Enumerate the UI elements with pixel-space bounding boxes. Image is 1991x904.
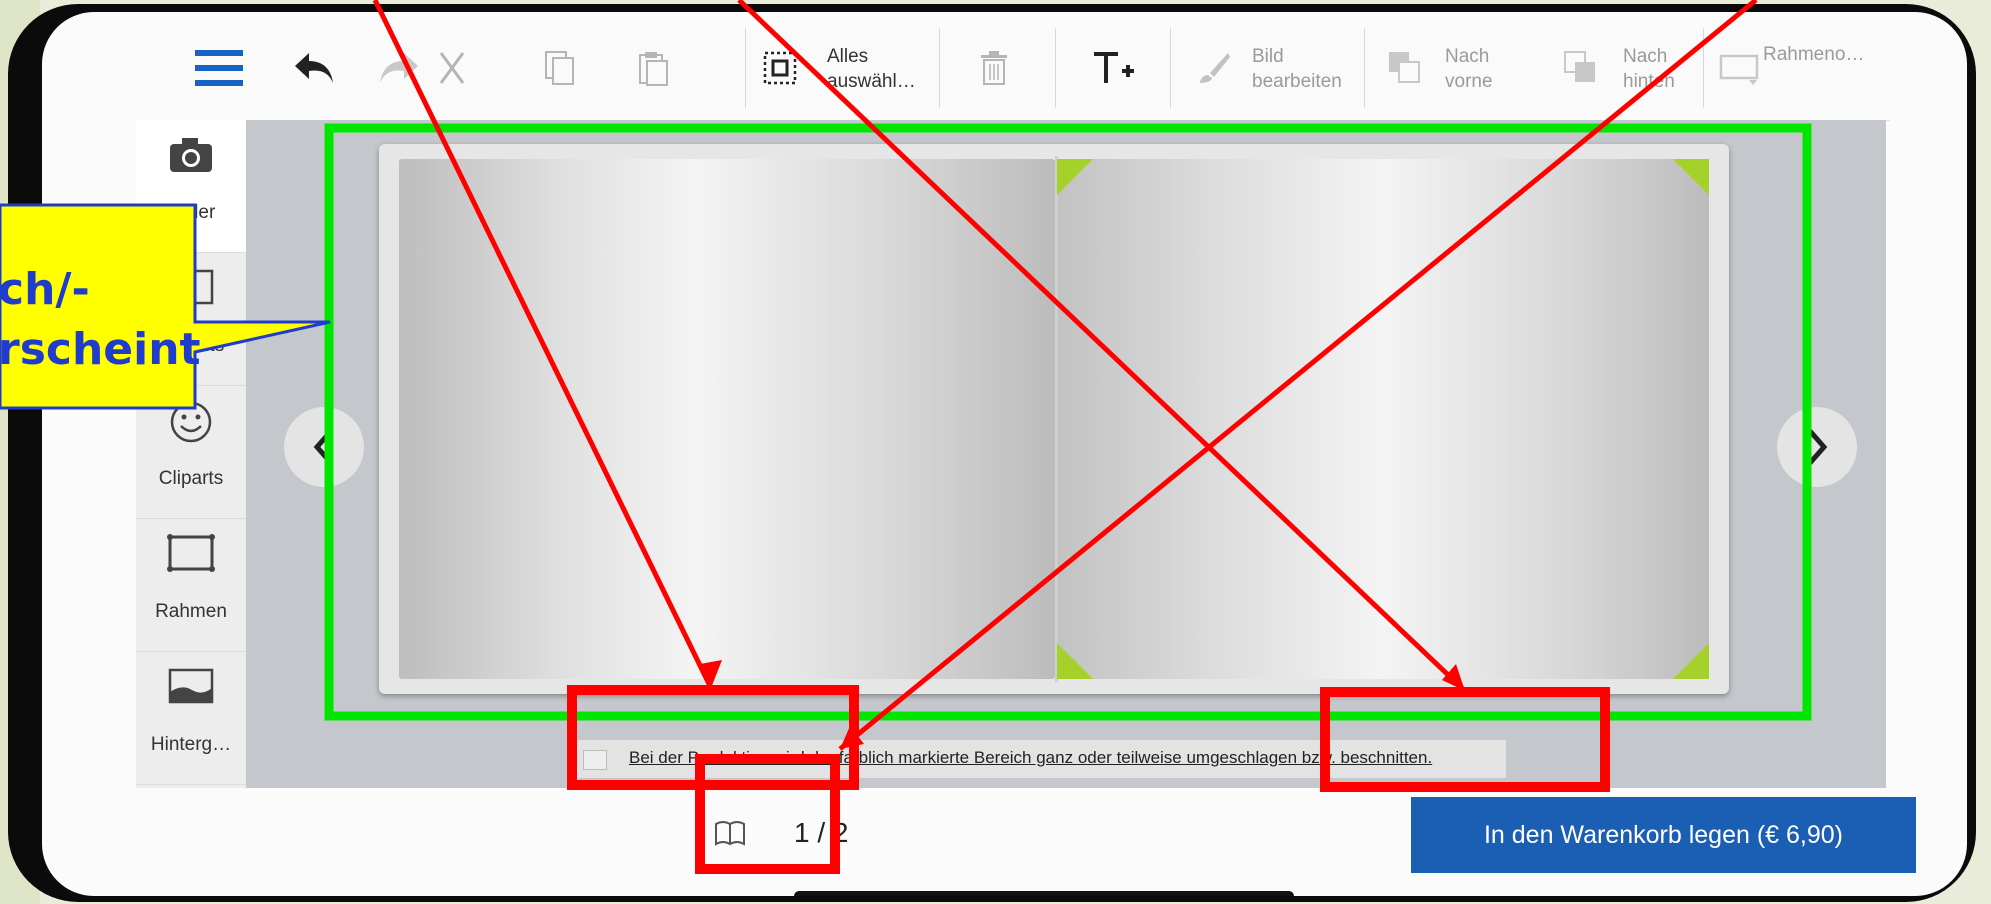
- bring-to-front-icon: [1389, 52, 1420, 83]
- edit-image-label: Bild bearbeiten: [1252, 46, 1342, 92]
- undo-icon: [295, 53, 333, 83]
- left-page[interactable]: [399, 159, 1055, 679]
- book-icon: [715, 821, 745, 846]
- fold-corner-marker: [1057, 159, 1093, 195]
- redo-button[interactable]: [369, 16, 429, 120]
- hint-text: Bei der Produktion wird der farblich mar…: [629, 748, 1433, 767]
- add-to-cart-button[interactable]: In den Warenkorb legen (€ 6,90): [1411, 797, 1916, 873]
- production-hint[interactable]: Bei der Produktion wird der farblich mar…: [571, 740, 1506, 778]
- toolbar-divider: [1055, 28, 1056, 108]
- send-to-back-icon: [1564, 51, 1595, 82]
- callout-text: ch/- rscheint: [0, 260, 201, 380]
- redo-icon: [380, 53, 418, 83]
- scissors-icon: [439, 52, 465, 84]
- sidebar-item-hintergrund[interactable]: Hinterg…: [136, 652, 246, 785]
- frame-icon: [167, 534, 215, 572]
- toolbar-divider: [939, 28, 940, 108]
- fold-corner-marker: [1057, 643, 1093, 679]
- next-page-button[interactable]: [1777, 407, 1857, 487]
- toolbar-divider: [1170, 28, 1171, 108]
- text-add-icon: [1094, 52, 1134, 83]
- frame-options-label: Rahmeno…: [1763, 44, 1865, 65]
- fold-corner-marker: [1673, 643, 1709, 679]
- paste-button[interactable]: [629, 16, 679, 120]
- select-all-label: Alles auswähl…: [827, 46, 916, 92]
- delete-button[interactable]: [969, 16, 1019, 120]
- fold-corner-marker: [1673, 159, 1709, 195]
- prev-page-button[interactable]: [284, 407, 364, 487]
- phone-frame: Alles auswähl… Bild bearbeiten Nach vorn…: [8, 4, 1976, 902]
- callout-line: rscheint: [0, 324, 201, 375]
- app-screen: Alles auswähl… Bild bearbeiten Nach vorn…: [42, 12, 1967, 896]
- copy-icon: [545, 51, 574, 85]
- edit-image-button[interactable]: [1195, 16, 1235, 120]
- frame-dropdown-icon: [1719, 54, 1759, 85]
- to-front-label: Nach vorne: [1445, 46, 1493, 92]
- sidebar-item-label: Cliparts: [158, 468, 224, 489]
- book-spine: [1055, 156, 1058, 682]
- frame-options-button[interactable]: [1719, 16, 1763, 120]
- callout-line: ch/-: [0, 264, 90, 315]
- sidebar-item-label: Hinterg…: [150, 734, 232, 755]
- sidebar-item-bilder[interactable]: Bilder: [136, 120, 246, 253]
- clipboard-icon: [639, 52, 668, 86]
- brush-icon: [1200, 53, 1230, 83]
- camera-icon: [170, 138, 212, 172]
- chevron-right-icon: [1808, 429, 1828, 465]
- trash-icon: [981, 51, 1007, 85]
- toolbar-divider: [1364, 28, 1365, 108]
- toolbar-divider: [745, 28, 746, 108]
- add-text-button[interactable]: [1083, 16, 1143, 120]
- cut-button[interactable]: [432, 16, 472, 120]
- toolbar-divider: [1703, 28, 1704, 108]
- undo-button[interactable]: [284, 16, 344, 120]
- menu-button[interactable]: [189, 16, 249, 120]
- photo-book-spread[interactable]: [379, 144, 1729, 694]
- copy-button[interactable]: [534, 16, 584, 120]
- select-all-icon: [763, 51, 797, 85]
- toolbar: Alles auswähl… Bild bearbeiten Nach vorn…: [139, 16, 1890, 121]
- sidebar-item-label: Rahmen: [155, 601, 227, 622]
- sidebar-item-rahmen[interactable]: Rahmen: [136, 519, 246, 652]
- right-page[interactable]: [1057, 159, 1709, 679]
- to-back-label: Nach hinten: [1623, 46, 1675, 92]
- sidebar-item-label: Bilder: [166, 202, 216, 223]
- to-front-button[interactable]: [1383, 16, 1427, 120]
- background-icon: [168, 668, 214, 704]
- hint-marker-swatch: [583, 750, 607, 770]
- page-indicator: 1 / 2: [794, 817, 849, 848]
- smiley-icon: [170, 401, 212, 443]
- sidebar: Bilder Layouts Cliparts Rahmen Hinterg…: [136, 120, 246, 788]
- home-indicator: [794, 891, 1294, 896]
- chevron-left-icon: [313, 429, 333, 465]
- hamburger-icon: [195, 50, 243, 86]
- to-back-button[interactable]: [1559, 16, 1603, 120]
- sidebar-item-cliparts[interactable]: Cliparts: [136, 386, 246, 519]
